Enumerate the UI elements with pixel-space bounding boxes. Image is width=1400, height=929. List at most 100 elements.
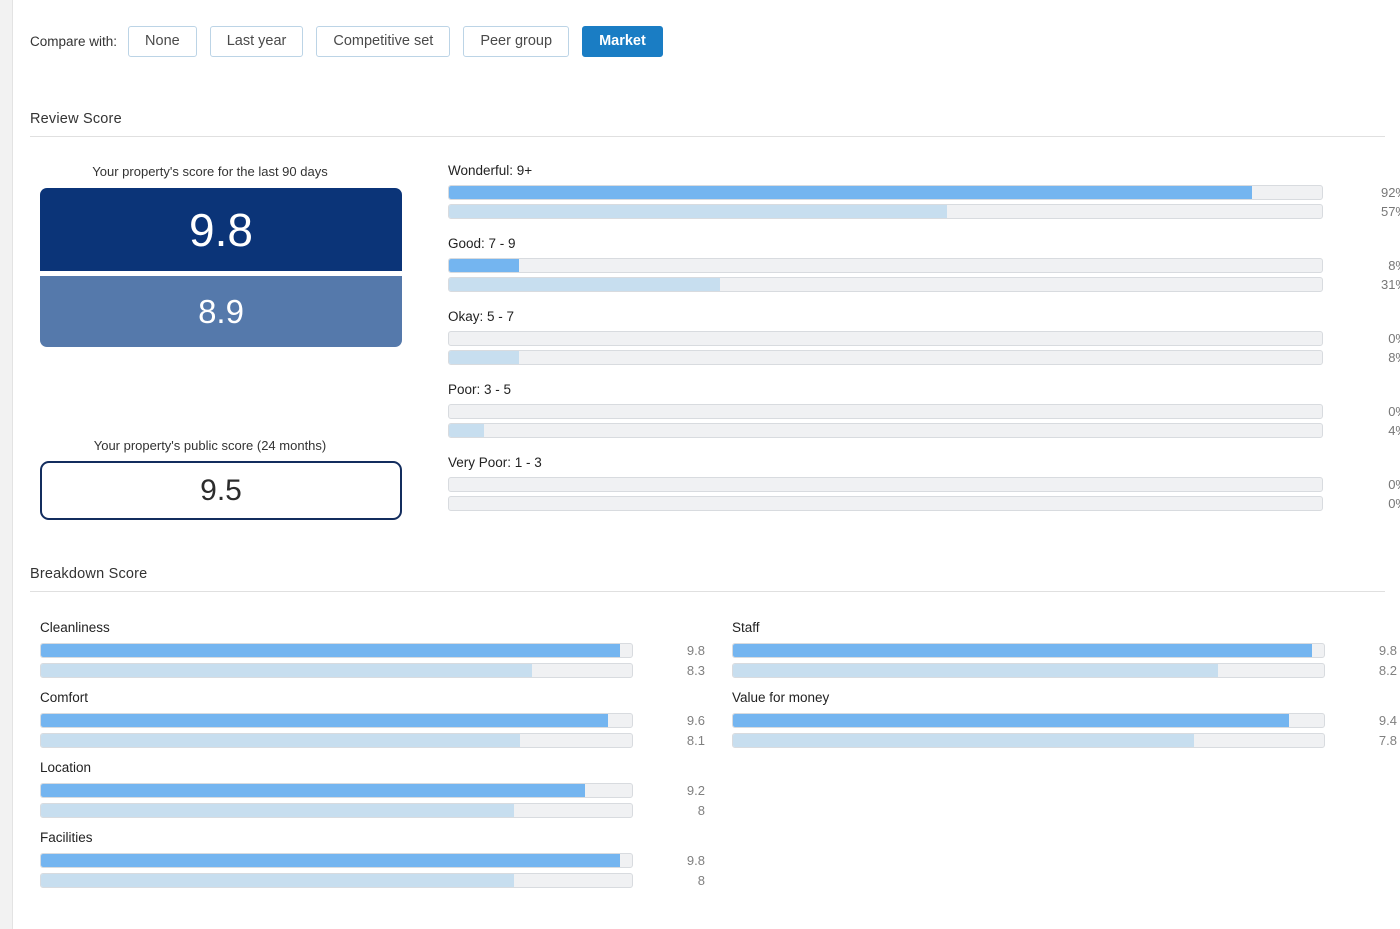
distribution-bar-track bbox=[448, 331, 1323, 346]
breakdown-bar-fill bbox=[41, 804, 514, 817]
breakdown-value: 8 bbox=[697, 803, 705, 818]
breakdown-bar-track bbox=[40, 803, 633, 818]
distribution-group: Very Poor: 1 - 3 0% 0% bbox=[448, 455, 1400, 511]
breakdown-row-market: 8.3 bbox=[40, 663, 705, 678]
breakdown-label: Cleanliness bbox=[40, 620, 110, 635]
breakdown-label: Value for money bbox=[732, 690, 830, 705]
breakdown-bar-track bbox=[732, 713, 1325, 728]
compare-with-toolbar: Compare with: None Last year Competitive… bbox=[30, 24, 676, 58]
compare-option-market[interactable]: Market bbox=[582, 25, 663, 57]
distribution-value: 31% bbox=[1380, 277, 1400, 292]
breakdown-label: Staff bbox=[732, 620, 760, 635]
breakdown-item: Location 9.2 8 bbox=[40, 760, 705, 818]
breakdown-bar-track bbox=[732, 643, 1325, 658]
breakdown-bar-fill bbox=[733, 644, 1313, 657]
breakdown-item: Staff 9.8 8.2 bbox=[732, 620, 1397, 678]
distribution-row-market: 0% bbox=[448, 496, 1400, 511]
breakdown-bar-fill bbox=[733, 714, 1289, 727]
breakdown-bar-track bbox=[732, 733, 1325, 748]
breakdown-row-own: 9.8 bbox=[40, 853, 705, 868]
distribution-bar-fill bbox=[449, 424, 484, 437]
distribution-value: 4% bbox=[1388, 423, 1400, 438]
distribution-value: 0% bbox=[1388, 477, 1400, 492]
distribution-value: 92% bbox=[1380, 185, 1400, 200]
breakdown-bar-fill bbox=[41, 734, 520, 747]
breakdown-score-divider bbox=[30, 591, 1385, 592]
breakdown-bar-fill bbox=[41, 784, 585, 797]
distribution-bar-track bbox=[448, 423, 1323, 438]
distribution-group: Wonderful: 9+ 92% 57% bbox=[448, 163, 1400, 219]
distribution-row-market: 57% bbox=[448, 204, 1400, 219]
breakdown-value: 9.2 bbox=[686, 783, 705, 798]
distribution-label: Poor: 3 - 5 bbox=[448, 382, 512, 397]
breakdown-bar-fill bbox=[41, 874, 514, 887]
compare-option-competitive-set[interactable]: Competitive set bbox=[316, 25, 451, 57]
distribution-group: Poor: 3 - 5 0% 4% bbox=[448, 382, 1400, 438]
distribution-value: 57% bbox=[1380, 204, 1400, 219]
distribution-value: 8% bbox=[1388, 258, 1400, 273]
distribution-row-market: 31% bbox=[448, 277, 1400, 292]
dashboard-page: Compare with: None Last year Competitive… bbox=[12, 0, 1400, 929]
distribution-bar-track bbox=[448, 404, 1323, 419]
breakdown-row-market: 8.1 bbox=[40, 733, 705, 748]
breakdown-bar-fill bbox=[41, 664, 532, 677]
breakdown-bar-fill bbox=[41, 644, 621, 657]
breakdown-bar-track bbox=[40, 663, 633, 678]
distribution-bar-fill bbox=[449, 351, 519, 364]
distribution-bar-track bbox=[448, 258, 1323, 273]
breakdown-bar-fill bbox=[41, 854, 621, 867]
distribution-row-own: 0% bbox=[448, 404, 1400, 419]
distribution-value: 0% bbox=[1388, 404, 1400, 419]
breakdown-label: Facilities bbox=[40, 830, 93, 845]
distribution-bar-track bbox=[448, 477, 1323, 492]
review-distribution-chart: Wonderful: 9+ 92% 57% Good: 7 - 9 8% 31% Okay:… bbox=[448, 163, 1400, 528]
distribution-row-own: 0% bbox=[448, 477, 1400, 492]
compare-option-none[interactable]: None bbox=[128, 25, 197, 57]
breakdown-column-left: Cleanliness 9.8 8.3 Comfort 9.6 8.1 Location 9.… bbox=[40, 620, 705, 900]
distribution-group: Good: 7 - 9 8% 31% bbox=[448, 236, 1400, 292]
breakdown-row-own: 9.2 bbox=[40, 783, 705, 798]
compare-option-peer-group[interactable]: Peer group bbox=[463, 25, 570, 57]
distribution-label: Good: 7 - 9 bbox=[448, 236, 516, 251]
compare-with-label: Compare with: bbox=[30, 33, 118, 49]
breakdown-item: Facilities 9.8 8 bbox=[40, 830, 705, 888]
breakdown-value: 9.8 bbox=[1378, 643, 1397, 658]
distribution-label: Okay: 5 - 7 bbox=[448, 309, 515, 324]
breakdown-bar-track bbox=[40, 713, 633, 728]
distribution-label: Very Poor: 1 - 3 bbox=[448, 455, 542, 470]
distribution-row-market: 4% bbox=[448, 423, 1400, 438]
distribution-row-own: 92% bbox=[448, 185, 1400, 200]
breakdown-score-title: Breakdown Score bbox=[30, 566, 148, 582]
score-card-market: 8.9 bbox=[40, 276, 402, 347]
breakdown-item: Value for money 9.4 7.8 bbox=[732, 690, 1397, 748]
breakdown-label: Comfort bbox=[40, 690, 89, 705]
score-90day-caption: Your property's score for the last 90 da… bbox=[92, 164, 328, 179]
breakdown-value: 8.1 bbox=[686, 733, 705, 748]
breakdown-row-market: 8 bbox=[40, 873, 705, 888]
breakdown-bar-fill bbox=[733, 734, 1194, 747]
distribution-bar-track bbox=[448, 185, 1323, 200]
breakdown-value: 9.8 bbox=[686, 853, 705, 868]
compare-option-last-year[interactable]: Last year bbox=[209, 25, 304, 57]
breakdown-row-own: 9.4 bbox=[732, 713, 1397, 728]
breakdown-value: 8 bbox=[697, 873, 705, 888]
breakdown-item: Cleanliness 9.8 8.3 bbox=[40, 620, 705, 678]
distribution-bar-fill bbox=[449, 278, 720, 291]
breakdown-value: 8.2 bbox=[1378, 663, 1397, 678]
breakdown-row-market: 7.8 bbox=[732, 733, 1397, 748]
distribution-bar-fill bbox=[449, 186, 1253, 199]
distribution-value: 0% bbox=[1388, 331, 1400, 346]
breakdown-bar-track bbox=[732, 663, 1325, 678]
breakdown-bar-track bbox=[40, 873, 633, 888]
breakdown-bar-track bbox=[40, 643, 633, 658]
distribution-bar-track bbox=[448, 277, 1323, 292]
breakdown-value: 9.6 bbox=[686, 713, 705, 728]
distribution-value: 8% bbox=[1388, 350, 1400, 365]
breakdown-bar-track bbox=[40, 783, 633, 798]
distribution-bar-track bbox=[448, 496, 1323, 511]
breakdown-row-market: 8 bbox=[40, 803, 705, 818]
breakdown-bar-track bbox=[40, 733, 633, 748]
distribution-bar-fill bbox=[449, 259, 519, 272]
distribution-bar-track bbox=[448, 350, 1323, 365]
breakdown-bar-fill bbox=[41, 714, 609, 727]
